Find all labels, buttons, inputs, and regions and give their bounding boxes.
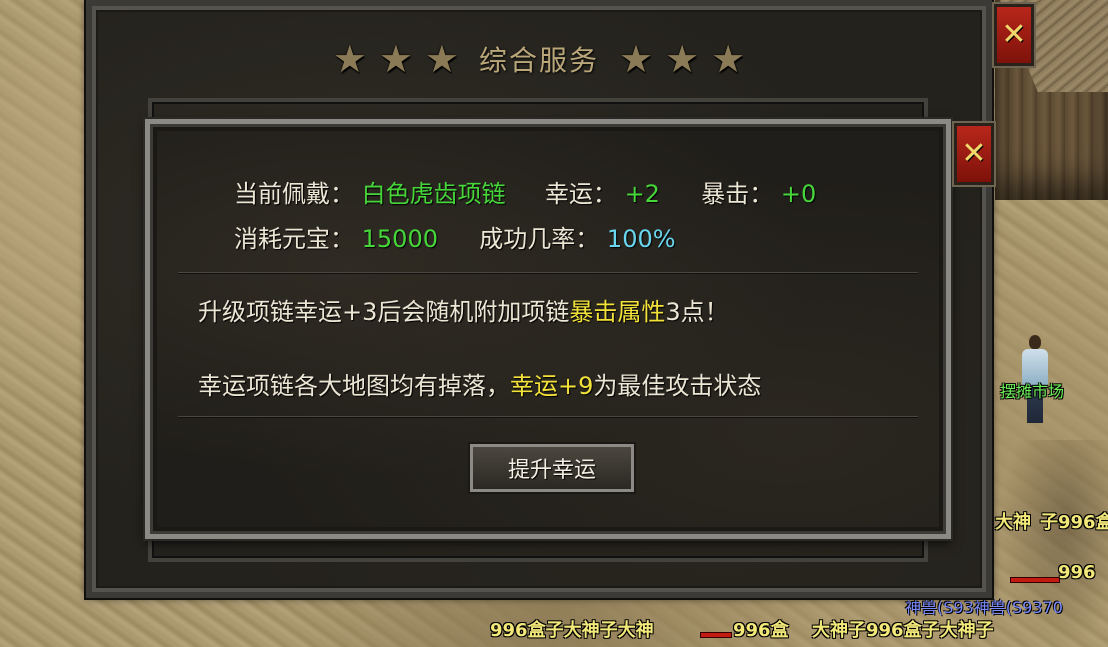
player-name: 996盒子大神子大神 — [490, 620, 654, 641]
cost-info-line: 消耗元宝： 15000 成功几率： 100% — [234, 219, 676, 254]
star-icon: ★ — [665, 37, 700, 81]
npc-head — [1029, 335, 1041, 349]
luck-label: 幸运： — [544, 180, 617, 208]
divider — [178, 272, 918, 273]
window-title: 综合服务 — [478, 44, 599, 77]
player-name: 子996盒 — [1040, 512, 1108, 533]
window-close-button[interactable]: ✕ — [992, 2, 1036, 68]
hp-bar — [700, 632, 732, 638]
upgrade-dialog: 当前佩戴： 白色虎齿项链 幸运： +2 暴击： +0 消耗元宝： 15000 成… — [145, 119, 951, 539]
star-icon: ★ — [711, 37, 746, 81]
description-text: 幸运项链各大地图均有掉落， — [198, 372, 510, 400]
player-name: 大神子996盒子大神子 — [812, 620, 994, 641]
crit-label: 暴击： — [701, 180, 774, 208]
description-text: 3点！ — [665, 298, 729, 326]
description-line-1: 升级项链幸运+3后会随机附加项链暴击属性3点！ — [198, 292, 729, 327]
divider — [178, 416, 918, 417]
equipped-item: 白色虎齿项链 — [361, 180, 506, 208]
luck-value: +2 — [624, 180, 660, 208]
player-name: 大神 — [995, 512, 1031, 533]
cost-value: 15000 — [361, 225, 438, 253]
player-name: 996盒 — [733, 620, 789, 641]
upgrade-luck-button[interactable]: 提升幸运 — [468, 442, 636, 494]
description-line-2: 幸运项链各大地图均有掉落，幸运+9为最佳攻击状态 — [198, 366, 761, 401]
description-highlight: 幸运+9 — [510, 372, 594, 400]
rate-value: 100% — [606, 225, 676, 253]
star-icon: ★ — [332, 37, 367, 81]
hp-bar — [1010, 577, 1060, 583]
description-text: 升级项链幸运+3后会随机附加项链 — [198, 298, 570, 326]
close-icon: ✕ — [1001, 17, 1027, 52]
crit-value: +0 — [780, 180, 817, 208]
window-title-bar: ★ ★ ★ 综合服务 ★ ★ ★ — [92, 34, 986, 84]
equipped-info-line: 当前佩戴： 白色虎齿项链 幸运： +2 暴击： +0 — [234, 174, 816, 209]
star-icon: ★ — [619, 37, 654, 81]
description-text: 为最佳攻击状态 — [593, 372, 762, 400]
close-icon: ✕ — [961, 136, 987, 171]
npc-label: 摆摊市场 — [1000, 382, 1065, 401]
player-name: 996 — [1058, 562, 1096, 583]
description-highlight: 暴击属性 — [569, 298, 666, 326]
cost-label: 消耗元宝： — [234, 225, 354, 253]
dialog-close-button[interactable]: ✕ — [952, 121, 996, 187]
star-icon: ★ — [424, 37, 459, 81]
equipped-label: 当前佩戴： — [234, 180, 354, 208]
rate-label: 成功几率： — [479, 225, 600, 253]
star-icon: ★ — [378, 37, 413, 81]
